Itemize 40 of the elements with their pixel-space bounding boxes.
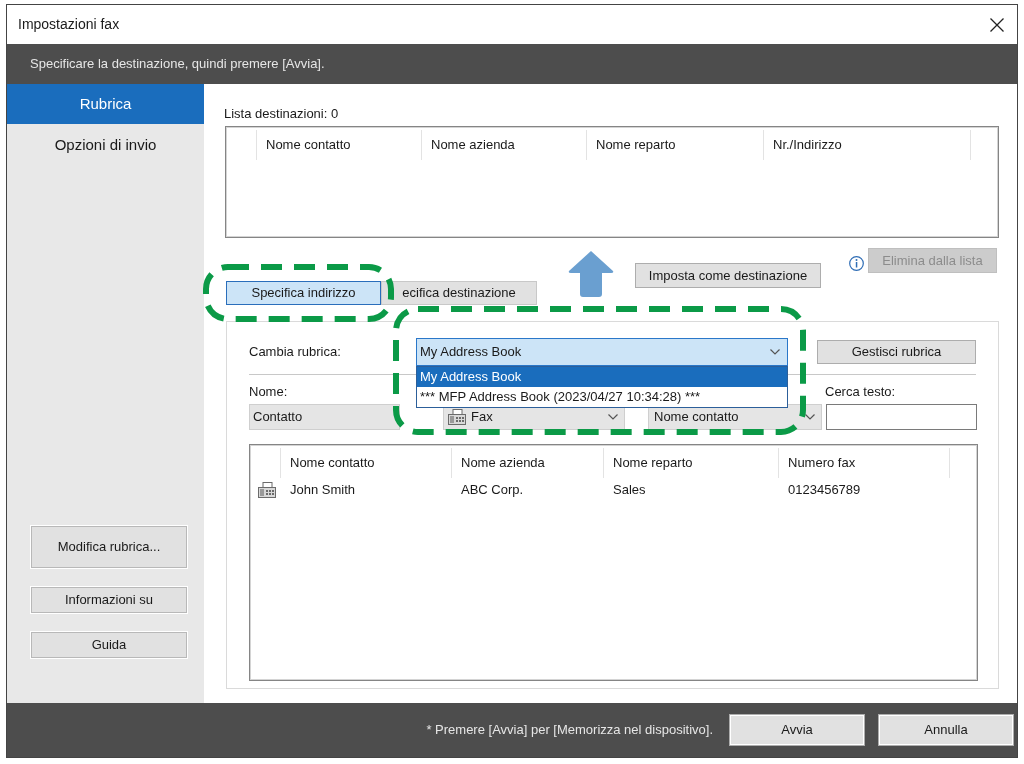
table-cell: ABC Corp. bbox=[461, 482, 524, 498]
dropdown-option[interactable]: My Address Book bbox=[417, 367, 787, 387]
info-icon bbox=[849, 256, 864, 271]
dialog-button[interactable]: Avvia bbox=[729, 714, 865, 746]
table-cell: Sales bbox=[613, 482, 646, 498]
chevron-icon bbox=[770, 349, 780, 355]
up-arrow-icon bbox=[568, 250, 614, 297]
table-cell: John Smith bbox=[290, 482, 356, 498]
field-label: Nome: bbox=[249, 384, 288, 399]
chevron-icon bbox=[608, 414, 618, 420]
column-header[interactable]: Nome contatto bbox=[257, 130, 422, 160]
name-field[interactable]: Contatto bbox=[249, 404, 400, 430]
close-icon bbox=[990, 17, 1004, 32]
column-header[interactable]: Nome contatto bbox=[281, 448, 452, 478]
column-header[interactable]: Nome azienda bbox=[452, 448, 604, 478]
sidebar-button[interactable]: Modifica rubrica... bbox=[31, 526, 187, 568]
dialog-button[interactable]: Annulla bbox=[878, 714, 1014, 746]
instruction-text: Specificare la destinazione, quindi premere [Avvia]. bbox=[30, 55, 325, 74]
column-header[interactable]: Numero fax bbox=[779, 448, 950, 478]
manage-button[interactable]: Gestisci rubrica bbox=[817, 340, 976, 364]
field-label: Cambia rubrica: bbox=[249, 343, 342, 362]
window-title: Impostazioni fax bbox=[18, 15, 120, 34]
mode-tab[interactable]: Specifica indirizzo bbox=[226, 281, 381, 305]
set-destination-button[interactable]: Imposta come destinazione bbox=[635, 263, 821, 288]
mode-tab[interactable]: ecifica destinazione bbox=[381, 281, 537, 305]
chevron-icon bbox=[805, 414, 815, 420]
table-cell: 0123456789 bbox=[788, 482, 861, 498]
address-book-dropdown[interactable]: My Address Book bbox=[416, 338, 788, 366]
column-header[interactable]: Nr./Indirizzo bbox=[764, 130, 971, 160]
column-header[interactable]: Nome azienda bbox=[422, 130, 587, 160]
fax-icon bbox=[258, 482, 276, 498]
sidebar-button[interactable]: Informazioni su bbox=[31, 587, 187, 613]
list-label: Lista destinazioni: 0 bbox=[224, 106, 339, 121]
field-label: Cerca testo: bbox=[825, 384, 897, 399]
search-field[interactable] bbox=[826, 404, 977, 430]
column-header[interactable]: Nome reparto bbox=[587, 130, 764, 160]
footer-note: * Premere [Avvia] per [Memorizza nel dispositivo]. bbox=[426, 721, 713, 740]
sidebar-button[interactable]: Guida bbox=[31, 632, 187, 658]
sidebar-tab[interactable]: Rubrica bbox=[7, 84, 204, 124]
column-header[interactable]: Nome reparto bbox=[604, 448, 779, 478]
